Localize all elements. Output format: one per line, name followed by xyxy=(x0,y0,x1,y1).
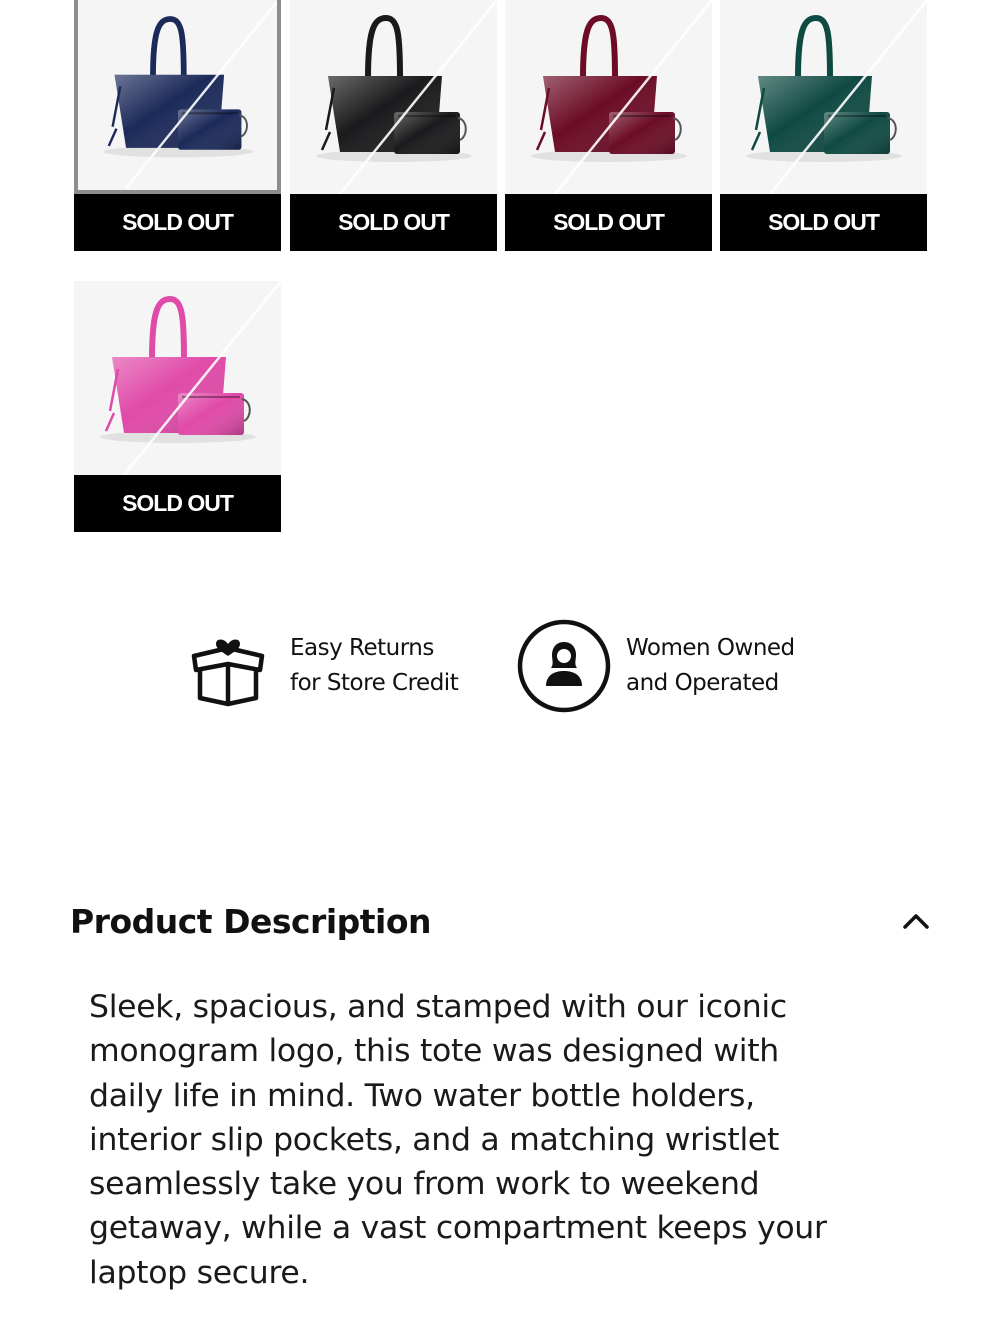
chevron-up-icon[interactable] xyxy=(896,901,936,941)
woman-circle-icon xyxy=(516,618,612,714)
sold-out-label: SOLD OUT xyxy=(74,194,281,251)
tote-bag-image xyxy=(100,281,281,475)
sold-out-label: SOLD OUT xyxy=(505,194,712,251)
description-line: Sleek, spacious, and stamped with our ic… xyxy=(89,989,787,1025)
product-description-body: Sleek, spacious, and stamped with our ic… xyxy=(89,985,929,1295)
variant-swatch-burgundy[interactable]: SOLD OUT xyxy=(505,0,712,251)
description-line: interior slip pockets, and a matching wr… xyxy=(89,1121,780,1158)
badge-line: Women Owned xyxy=(626,635,795,661)
badge-easy-returns-text: Easy Returns for Store Credit xyxy=(290,631,459,701)
trust-badges: Easy Returns for Store Credit Women Owne… xyxy=(0,618,1000,714)
badge-line: Easy Returns xyxy=(290,635,434,661)
variant-image xyxy=(505,0,712,194)
variant-image xyxy=(74,0,281,194)
gift-box-heart-icon xyxy=(180,618,276,714)
badge-line: for Store Credit xyxy=(290,670,459,696)
product-description-title: Product Description xyxy=(70,901,432,941)
description-line: daily life in mind. Two water bottle hol… xyxy=(89,1077,755,1114)
tote-bag-image xyxy=(102,0,277,190)
description-line: monogram logo, this tote was designed wi… xyxy=(89,1033,779,1070)
variant-image xyxy=(290,0,497,194)
variant-image xyxy=(74,281,281,475)
badge-easy-returns: Easy Returns for Store Credit xyxy=(180,618,459,714)
description-line: getaway, while a vast compartment keeps … xyxy=(89,1210,827,1247)
tote-bag-image xyxy=(316,0,497,194)
sold-out-label: SOLD OUT xyxy=(74,475,281,532)
sold-out-label: SOLD OUT xyxy=(720,194,927,251)
badge-line: and Operated xyxy=(626,670,779,696)
badge-women-owned: Women Owned and Operated xyxy=(516,618,795,714)
description-line: seamlessly take you from work to weekend xyxy=(89,1166,760,1203)
description-line: laptop secure. xyxy=(89,1254,310,1291)
product-description-toggle[interactable]: Product Description xyxy=(70,893,936,949)
tote-bag-image xyxy=(531,0,712,194)
sold-out-label: SOLD OUT xyxy=(290,194,497,251)
variant-swatch-black[interactable]: SOLD OUT xyxy=(290,0,497,251)
variant-image xyxy=(720,0,927,194)
tote-bag-image xyxy=(746,0,927,194)
badge-women-owned-text: Women Owned and Operated xyxy=(626,631,795,701)
variant-swatch-green[interactable]: SOLD OUT xyxy=(720,0,927,251)
variant-swatch-navy[interactable]: SOLD OUT xyxy=(74,0,281,251)
variant-swatch-pink[interactable]: SOLD OUT xyxy=(74,281,281,532)
